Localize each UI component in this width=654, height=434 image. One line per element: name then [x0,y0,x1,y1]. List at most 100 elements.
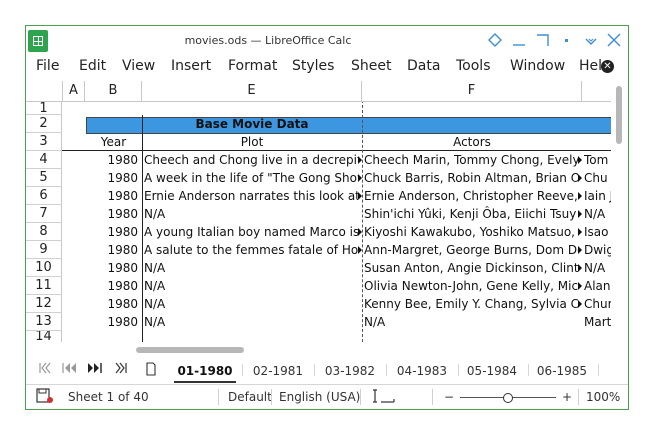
row-header-2[interactable]: 2 [26,115,62,133]
close-icon[interactable] [603,30,625,52]
year-cell[interactable]: 1980 [85,277,138,295]
last-sheet-icon[interactable] [112,362,130,376]
page-style[interactable]: Default [228,390,272,404]
zoom-out-button[interactable]: − [444,390,454,404]
language-indicator[interactable]: English (USA) [279,390,360,404]
menu-help[interactable]: Hel [579,58,602,74]
document-modified-icon[interactable] [36,388,54,407]
sheet-tab-01-1980[interactable]: 01-1980 [174,361,236,383]
row-header-5[interactable]: 5 [26,169,62,187]
menu-styles[interactable]: Styles [292,58,334,74]
year-cell[interactable]: 1980 [85,223,138,241]
first-sheet-icon[interactable] [36,362,54,376]
row-header-14[interactable]: 14 [26,331,62,342]
actors-cell[interactable]: Cheech Marin, Tommy Chong, Evely [364,151,578,169]
plot-cell[interactable]: N/A [144,277,358,295]
actors-cell[interactable]: Chuck Barris, Robin Altman, Brian O' [364,169,578,187]
actors-cell[interactable]: Kiyoshi Kawakubo, Yoshiko Matsuo, K [364,223,578,241]
plot-cell[interactable]: N/A [144,205,358,223]
menu-window[interactable]: Window [510,58,565,74]
next-column-cell[interactable]: Dwig [584,241,611,259]
next-column-cell[interactable]: N/A [584,205,611,223]
dot-icon[interactable] [556,30,578,52]
menu-tools[interactable]: Tools [456,58,491,74]
row-header-4[interactable]: 4 [26,151,62,169]
next-column-cell[interactable]: Tom [584,151,611,169]
plot-cell[interactable]: A salute to the femmes fatale of Holly [144,241,358,259]
horizontal-scroll-thumb[interactable] [136,347,244,353]
row-header-8[interactable]: 8 [26,223,62,241]
actors-cell[interactable]: Ann-Margret, George Burns, Dom De [364,241,578,259]
year-cell[interactable]: 1980 [85,187,138,205]
year-cell[interactable]: 1980 [85,241,138,259]
chevron-down-icon[interactable] [580,30,602,52]
actors-cell[interactable]: Kenny Bee, Emily Y. Chang, Sylvia C [364,295,578,313]
diamond-icon[interactable] [484,30,506,52]
next-column-cell[interactable]: Iain J [584,187,611,205]
column-header-g[interactable] [582,81,611,101]
row-header-3[interactable]: 3 [26,133,62,151]
add-sheet-icon[interactable] [142,362,160,376]
menu-edit[interactable]: Edit [79,58,106,74]
row-header-6[interactable]: 6 [26,187,62,205]
header-year[interactable]: Year [85,133,142,151]
menu-format[interactable]: Format [228,58,277,74]
sheet-tab-02-1981[interactable]: 02-1981 [248,361,308,381]
row-header-13[interactable]: 13 [26,313,62,331]
row-header-11[interactable]: 11 [26,277,62,295]
plot-cell[interactable]: A young Italian boy named Marco is e [144,223,358,241]
actors-cell[interactable]: N/A [364,313,578,331]
actors-cell[interactable]: Olivia Newton-John, Gene Kelly, Mich [364,277,578,295]
year-cell[interactable]: 1980 [85,169,138,187]
plot-cell[interactable]: N/A [144,259,358,277]
column-header-e[interactable]: E [142,81,362,101]
row-header-1[interactable]: 1 [26,102,62,115]
row-header-12[interactable]: 12 [26,295,62,313]
select-all-corner[interactable] [26,81,63,101]
zoom-level[interactable]: 100% [586,390,620,404]
maximize-icon[interactable] [532,30,554,52]
menu-insert[interactable]: Insert [171,58,211,74]
year-cell[interactable]: 1980 [85,313,138,331]
zoom-in-button[interactable]: + [562,390,572,404]
sheet-tab-06-1985[interactable]: 06-1985 [532,361,592,381]
next-column-cell[interactable]: N/A [584,259,611,277]
plot-cell[interactable]: N/A [144,313,358,331]
vertical-scroll-thumb[interactable] [616,86,622,144]
minimize-icon[interactable] [508,30,530,52]
plot-cell[interactable]: A week in the life of "The Gong Show [144,169,358,187]
actors-cell[interactable]: Susan Anton, Angie Dickinson, Clint [364,259,578,277]
year-cell[interactable]: 1980 [85,295,138,313]
next-column-cell[interactable]: Isao [584,223,611,241]
plot-cell[interactable]: N/A [144,295,358,313]
menu-view[interactable]: View [122,58,155,74]
column-header-f[interactable]: F [362,81,582,101]
menu-sheet[interactable]: Sheet [351,58,391,74]
banner-title[interactable]: Base Movie Data [142,115,362,133]
plot-cell[interactable]: Cheech and Chong live in a decrepit [144,151,358,169]
actors-cell[interactable]: Shin'ichi Yûki, Kenji Ôba, Eiichi Tsuy [364,205,578,223]
next-column-cell[interactable]: Mart [584,313,611,331]
zoom-slider[interactable] [460,393,556,403]
menu-file[interactable]: File [36,58,59,74]
close-document-icon[interactable]: ✕ [601,60,614,73]
year-cell[interactable]: 1980 [85,259,138,277]
sheet-tab-03-1982[interactable]: 03-1982 [320,361,380,381]
vertical-scrollbar[interactable] [615,81,623,346]
column-header-b[interactable]: B [85,81,142,101]
next-column-cell[interactable]: Alan [584,277,611,295]
header-plot[interactable]: Plot [142,133,362,151]
next-column-cell[interactable]: Chu [584,169,611,187]
spreadsheet-grid[interactable]: 1 2 3 4 5 6 7 8 9 10 11 12 13 14 Base Mo… [26,102,611,342]
zoom-slider-handle[interactable] [503,393,513,403]
sheet-tab-04-1983[interactable]: 04-1983 [392,361,452,381]
plot-cell[interactable]: Ernie Anderson narrates this look at th [144,187,358,205]
column-header-a[interactable]: A [63,81,85,101]
year-cell[interactable]: 1980 [85,205,138,223]
actors-cell[interactable]: Ernie Anderson, Christopher Reeve, R [364,187,578,205]
header-actors[interactable]: Actors [362,133,582,151]
sheet-tab-05-1984[interactable]: 05-1984 [462,361,522,381]
row-header-9[interactable]: 9 [26,241,62,259]
row-header-7[interactable]: 7 [26,205,62,223]
row-header-10[interactable]: 10 [26,259,62,277]
